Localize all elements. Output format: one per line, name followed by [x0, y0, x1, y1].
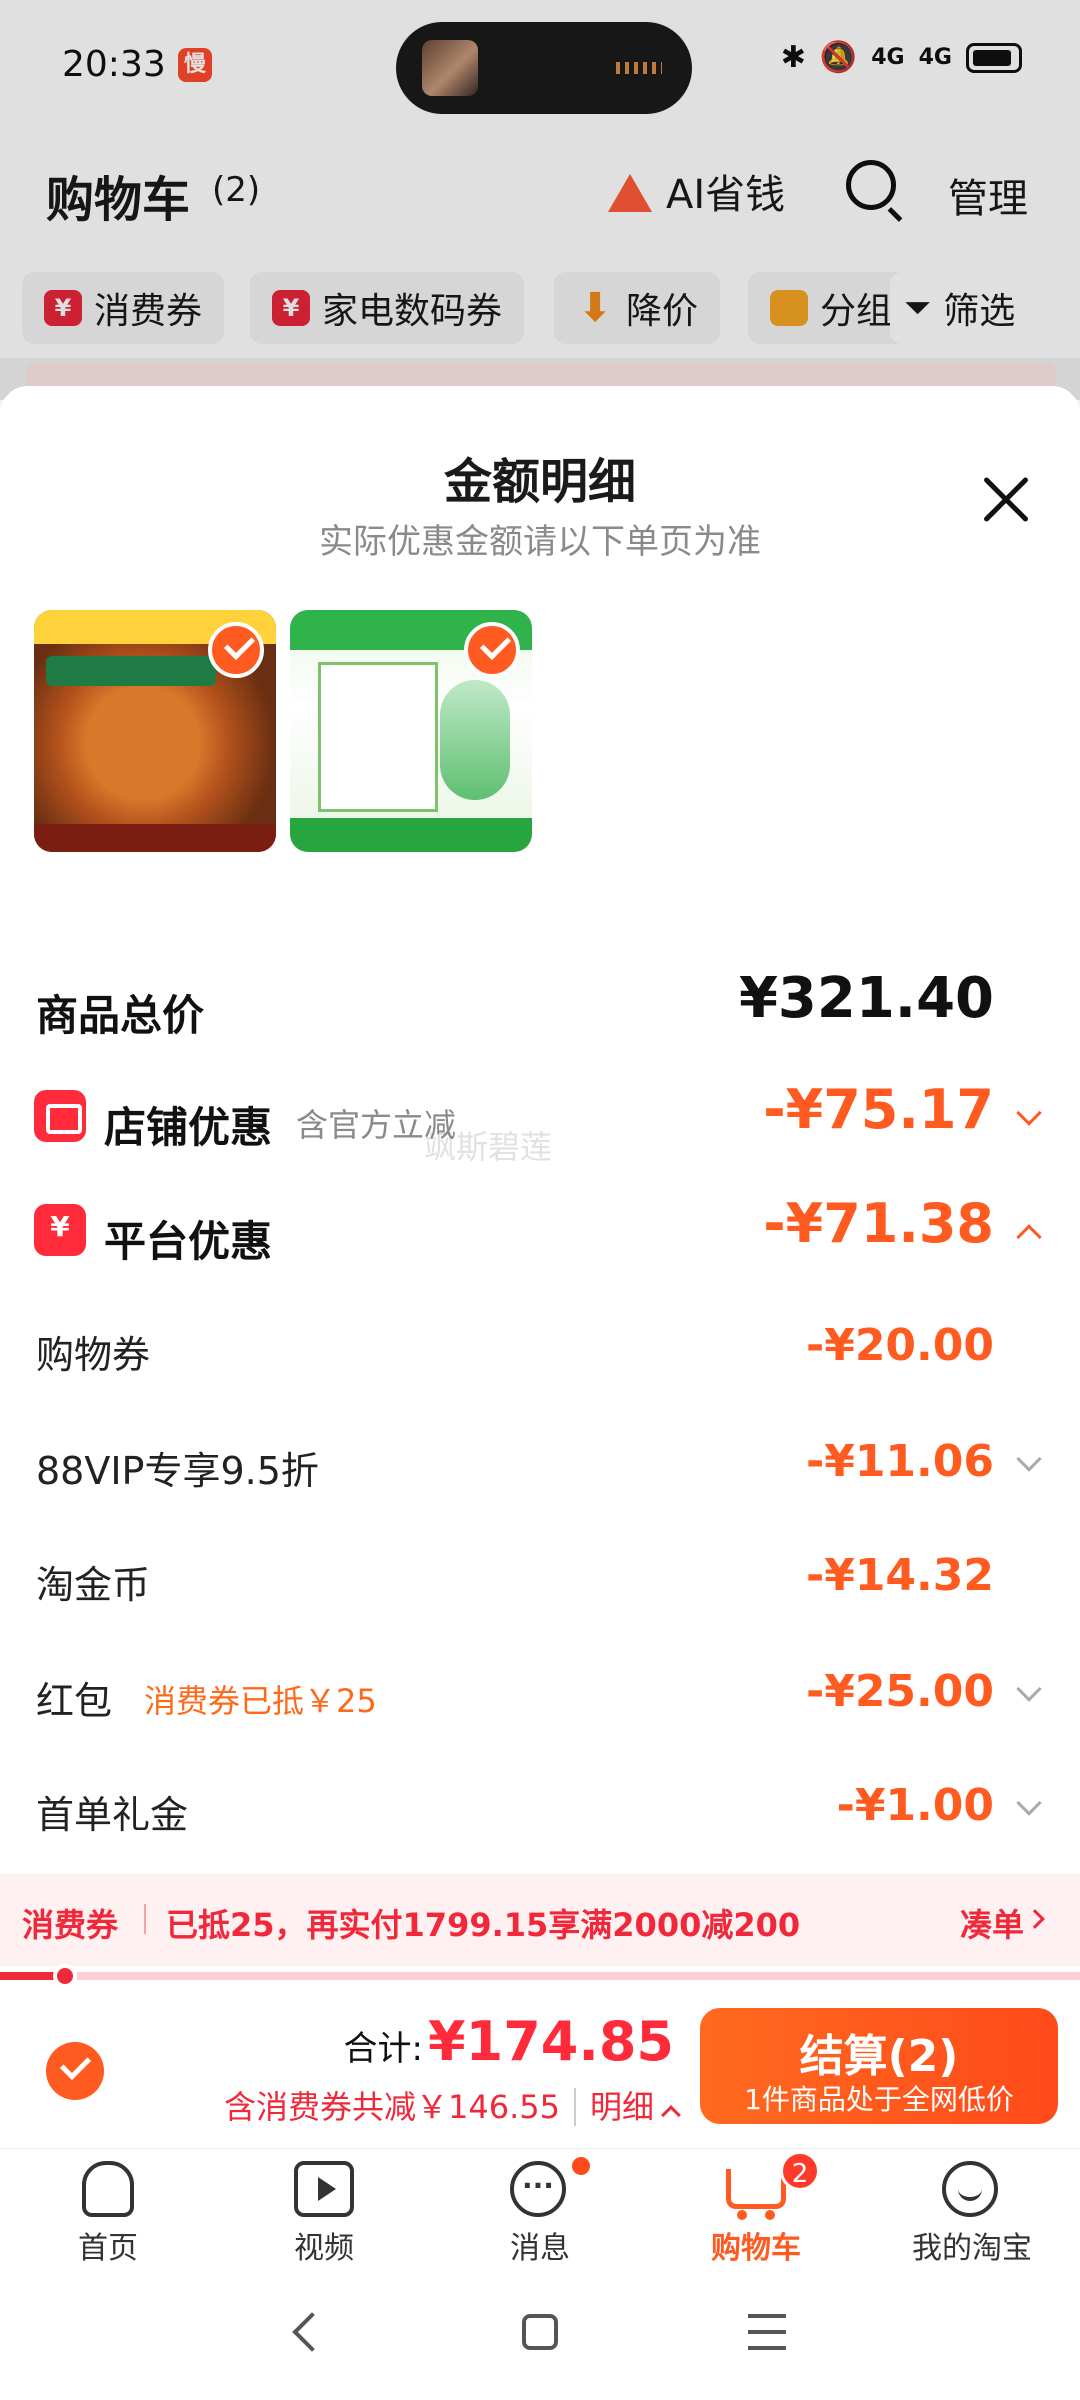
cart-icon [726, 2169, 786, 2220]
discount-item-label: 淘金币 [36, 1563, 151, 1607]
tab-label: 我的淘宝 [912, 2231, 1032, 2266]
coupon-promo-bar[interactable]: 消费券 已抵25，再实付1799.15享满2000减200 凑单 [0, 1874, 1080, 1966]
chevron-down-icon [1016, 1446, 1042, 1472]
chevron-right-icon [1025, 1909, 1045, 1929]
discount-item-label: 红包 [36, 1679, 113, 1723]
amount-detail-sheet: 金额明细 实际优惠金额请以下单页为准 商品总价 ¥321.40 店铺优惠 含官方… [0, 386, 1080, 2130]
tab-messages[interactable]: 消息 [432, 2149, 648, 2267]
progress-handle [52, 1964, 77, 1988]
discount-item-label: 购物券 [36, 1333, 151, 1377]
unread-dot [572, 2157, 590, 2175]
saved-line: 含消费券共减￥146.55 明细 [224, 2082, 681, 2128]
chevron-up-icon [1016, 1224, 1042, 1250]
cart-badge: 2 [780, 2151, 820, 2191]
sheet-title: 金额明细 [443, 454, 636, 510]
coupon-progress [0, 1964, 1080, 1988]
discount-item-note: 消费券已抵￥25 [144, 1682, 377, 1720]
saved-text: 含消费券共减￥146.55 [224, 2088, 560, 2126]
menu-icon[interactable] [748, 2314, 786, 2350]
watermark: 飒斯碧莲 [424, 1128, 553, 1166]
total-label: 合计: [343, 2029, 423, 2069]
detail-link[interactable]: 明细 [573, 2088, 654, 2126]
total-price-amount: ¥321.40 [738, 966, 994, 1031]
discount-item-row: 淘金币 -¥14.32 [0, 1534, 1080, 1624]
discount-item-label: 88VIP专享9.5折 [36, 1449, 319, 1493]
tab-cart[interactable]: 2 购物车 [648, 2149, 864, 2267]
tab-video[interactable]: 视频 [216, 2149, 432, 2267]
discount-item-amount: -¥25.00 [805, 1666, 994, 1717]
promo-text: 已抵25，再实付1799.15享满2000减200 [166, 1906, 801, 1944]
chevron-up-icon [661, 2105, 681, 2125]
profile-icon [942, 2161, 998, 2217]
shop-discount-amount: -¥75.17 [763, 1078, 994, 1141]
tab-label: 消息 [510, 2231, 570, 2266]
tab-label: 购物车 [711, 2231, 801, 2266]
platform-discount-amount: -¥71.38 [763, 1192, 994, 1255]
message-icon [510, 2161, 566, 2217]
product-thumbnail-chicken[interactable] [34, 610, 276, 852]
bottom-tab-bar: 首页 视频 消息 2 购物车 我的淘宝 [0, 2148, 1080, 2266]
discount-item-row[interactable]: 首单礼金 -¥1.00 [0, 1764, 1080, 1854]
shop-icon [34, 1090, 86, 1142]
close-icon[interactable] [978, 472, 1034, 528]
divider [144, 1904, 146, 1934]
checkout-sublabel: 1件商品处于全网低价 [744, 2083, 1014, 2116]
platform-discount-label: 平台优惠 [104, 1217, 273, 1266]
home-square-icon[interactable] [522, 2314, 558, 2350]
thumb-label [46, 656, 216, 686]
check-icon[interactable] [208, 622, 264, 678]
checkout-bar: 合计: ¥174.85 含消费券共减￥146.55 明细 结算(2) 1件商品处于… [0, 1988, 1080, 2148]
discount-item-amount: -¥1.00 [836, 1780, 994, 1831]
coupon-icon [34, 1204, 86, 1256]
discount-item-amount: -¥11.06 [805, 1436, 994, 1487]
video-icon [294, 2161, 354, 2217]
thumb-footer [290, 818, 532, 852]
platform-discount-row[interactable]: 平台优惠 -¥71.38 [0, 1188, 1080, 1278]
checkout-label: 结算(2) [799, 2031, 959, 2082]
discount-item-row: 购物券 -¥20.00 [0, 1304, 1080, 1394]
checkout-button[interactable]: 结算(2) 1件商品处于全网低价 [700, 2008, 1058, 2124]
select-all-checkbox[interactable] [46, 2042, 104, 2100]
tab-label: 视频 [294, 2231, 354, 2266]
discount-item-amount: -¥20.00 [805, 1320, 994, 1371]
product-box [318, 662, 438, 812]
tab-my-taobao[interactable]: 我的淘宝 [864, 2149, 1080, 2267]
promo-tag: 消费券 [22, 1906, 119, 1944]
back-icon[interactable] [292, 2312, 332, 2352]
check-icon[interactable] [464, 622, 520, 678]
tab-label: 首页 [78, 2231, 138, 2266]
product-thumbnail-oil[interactable] [290, 610, 532, 852]
product-bottle [440, 680, 510, 800]
discount-item-row[interactable]: 88VIP专享9.5折 -¥11.06 [0, 1420, 1080, 1510]
discount-item-label: 首单礼金 [36, 1793, 189, 1837]
total-value: ¥174.85 [428, 2010, 674, 2073]
total-line: 合计: ¥174.85 [343, 2010, 674, 2073]
thumb-footer [34, 824, 276, 852]
chevron-down-icon [1016, 1676, 1042, 1702]
chevron-down-icon [1016, 1100, 1042, 1126]
add-on-button[interactable]: 凑单 [960, 1900, 1024, 1946]
discount-item-amount: -¥14.32 [805, 1550, 994, 1601]
shop-discount-label: 店铺优惠 [104, 1103, 273, 1152]
chevron-down-icon [1016, 1790, 1042, 1816]
tab-home[interactable]: 首页 [0, 2149, 216, 2267]
total-price-label: 商品总价 [36, 991, 205, 1040]
total-price-row: 商品总价 ¥321.40 [0, 962, 1080, 1052]
system-nav-bar [0, 2266, 1080, 2400]
sheet-subtitle: 实际优惠金额请以下单页为准 [319, 522, 761, 562]
modal-overlay[interactable] [0, 0, 1080, 400]
home-icon [82, 2161, 134, 2217]
discount-item-row[interactable]: 红包 消费券已抵￥25 -¥25.00 [0, 1650, 1080, 1740]
